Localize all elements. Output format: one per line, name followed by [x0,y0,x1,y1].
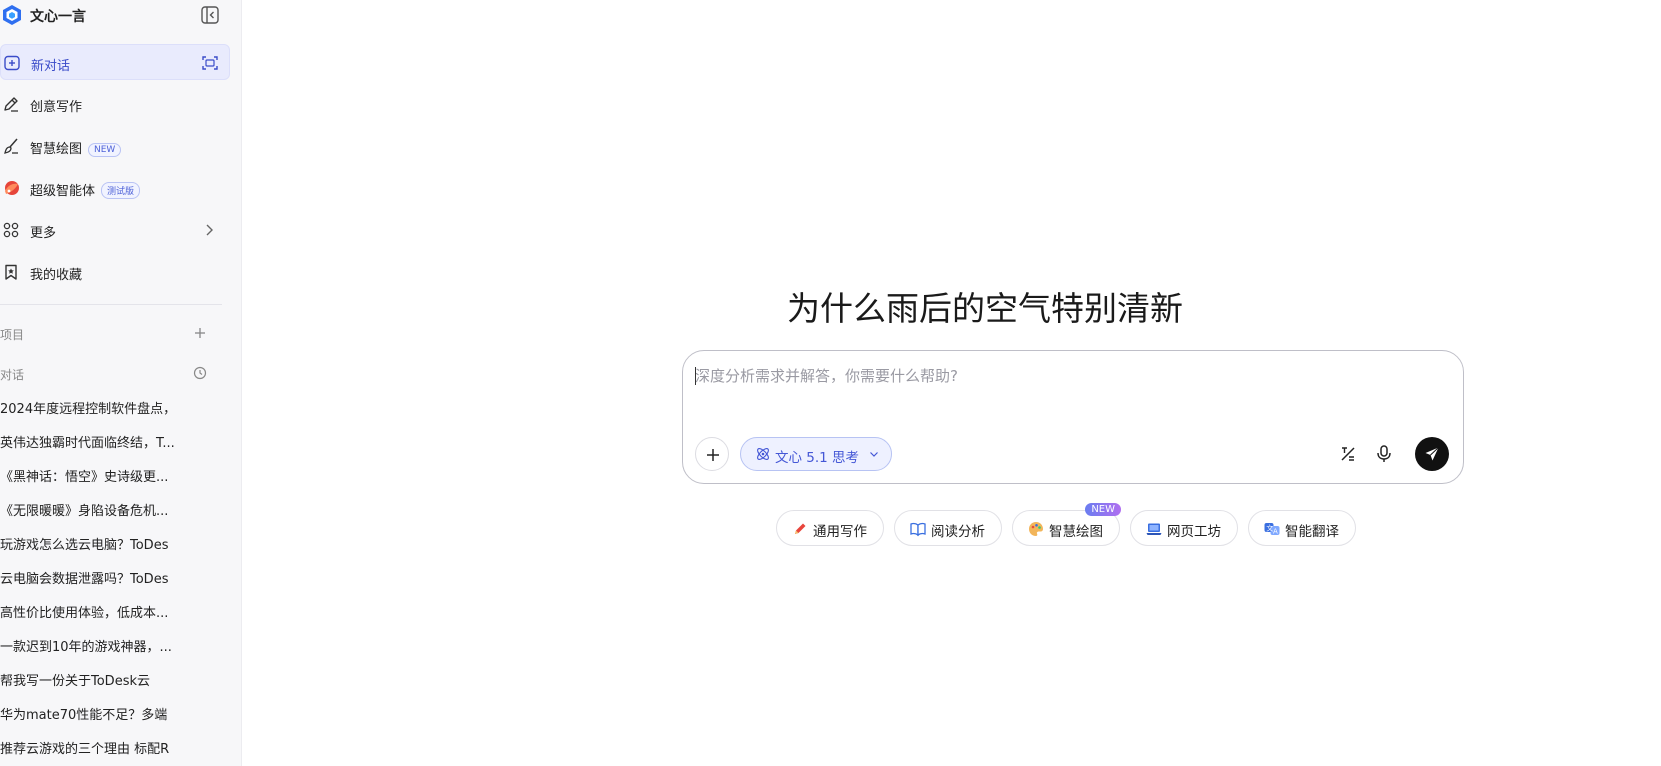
sidebar-item-label: 超级智能体 [30,184,96,199]
sidebar-item-smart-drawing[interactable]: 智慧绘图 NEW [0,128,230,164]
chip-reading-analysis[interactable]: 阅读分析 [894,510,1002,546]
history-item[interactable]: 高性价比使用体验，低成本... [0,602,230,626]
chip-label: 阅读分析 [931,524,985,540]
sidebar: 文心一言 新对话 创意写作 智慧绘图 NEW 超级智能体 测试版 更多 我的收藏… [0,0,242,766]
sidebar-item-more[interactable]: 更多 [0,212,230,248]
conversations-section-header: 对话 [0,364,222,384]
chat-input[interactable] [695,363,1435,389]
text-caret [695,367,696,385]
chat-composer: 文心 5.1 思考 [682,350,1464,484]
model-label: 文心 5.1 思考 [775,450,860,466]
add-project-icon[interactable] [192,325,208,341]
book-icon [910,522,926,537]
brand: 文心一言 [0,2,241,26]
history-item[interactable]: 英伟达独霸时代面临终结，T... [0,432,230,456]
sidebar-divider [0,304,222,305]
palette-icon [1029,522,1043,536]
attach-button[interactable] [695,437,729,471]
history-item[interactable]: 《黑神话：悟空》史诗级更... [0,466,230,490]
projects-section-header: 项目 [0,324,222,344]
microphone-icon[interactable] [1373,443,1395,465]
history-clock-icon[interactable] [192,365,208,381]
history-item[interactable]: 云电脑会数据泄露吗？ToDes [0,568,230,592]
slash-command-icon[interactable] [1337,443,1359,465]
quick-action-chips: 通用写作 阅读分析 智慧绘图 NEW 网页工坊 文 A 智能翻译 [776,503,1356,546]
history-item[interactable]: 一款迟到10年的游戏神器，... [0,636,230,660]
sidebar-item-label: 我的收藏 [30,268,83,283]
collapse-sidebar-icon[interactable] [200,5,220,25]
history-item[interactable]: 华为mate70性能不足？多端 [0,704,230,728]
send-icon [1425,447,1439,461]
history-item[interactable]: 帮我写一份关于ToDesk云 [0,670,230,694]
chip-label: 智能翻译 [1285,524,1339,540]
sidebar-item-new-chat[interactable]: 新对话 [0,44,230,80]
svg-text:A: A [1273,528,1278,536]
plus-icon [707,449,719,461]
sidebar-item-creative-writing[interactable]: 创意写作 [0,86,230,122]
beta-badge: 测试版 [101,182,141,199]
sidebar-item-super-agent[interactable]: 超级智能体 测试版 [0,170,230,206]
history-item[interactable]: 推荐云游戏的三个理由 标配R [0,738,230,762]
agent-icon [5,181,19,195]
chip-smart-translate[interactable]: 文 A 智能翻译 [1248,510,1356,546]
conversations-label: 对话 [0,368,25,382]
history-item[interactable]: 玩游戏怎么选云电脑？ToDes [0,534,230,558]
app-title: 文心一言 [30,9,86,25]
chevron-right-icon [206,224,213,236]
sidebar-item-label: 更多 [30,226,57,241]
sidebar-item-label: 智慧绘图 [30,142,83,157]
grid-icon [3,222,19,238]
paint-brush-icon [4,138,18,154]
history-item[interactable]: 2024年度远程控制软件盘点， [0,398,230,422]
chip-label: 智慧绘图 [1049,524,1103,540]
projects-label: 项目 [0,328,25,342]
sidebar-item-favorites[interactable]: 我的收藏 [0,254,230,290]
atom-icon [757,448,769,460]
chip-general-writing[interactable]: 通用写作 [776,510,884,546]
chip-label: 网页工坊 [1167,524,1221,540]
translate-icon: 文 A [1264,523,1280,536]
send-button[interactable] [1415,437,1449,471]
page-headline: 为什么雨后的空气特别清新 [787,289,1183,328]
chip-smart-drawing[interactable]: 智慧绘图 NEW [1012,503,1121,546]
history-item[interactable]: 《无限暖暖》身陷设备危机... [0,500,230,524]
new-chat-icon [4,55,20,71]
sidebar-item-label: 创意写作 [30,100,83,115]
pen-icon [4,97,18,112]
model-selector[interactable]: 文心 5.1 思考 [740,437,892,471]
screenshot-select-icon[interactable] [201,54,219,72]
chip-web-workshop[interactable]: 网页工坊 [1130,510,1238,546]
wenxin-logo-icon [3,5,21,25]
chip-label: 通用写作 [813,524,867,540]
new-badge: NEW [1085,503,1121,516]
bookmark-icon [5,264,17,280]
sidebar-item-label: 新对话 [31,59,71,74]
pencil-icon [795,523,806,534]
chevron-down-icon [870,452,878,457]
new-badge: NEW [88,143,122,157]
laptop-icon [1146,523,1162,535]
